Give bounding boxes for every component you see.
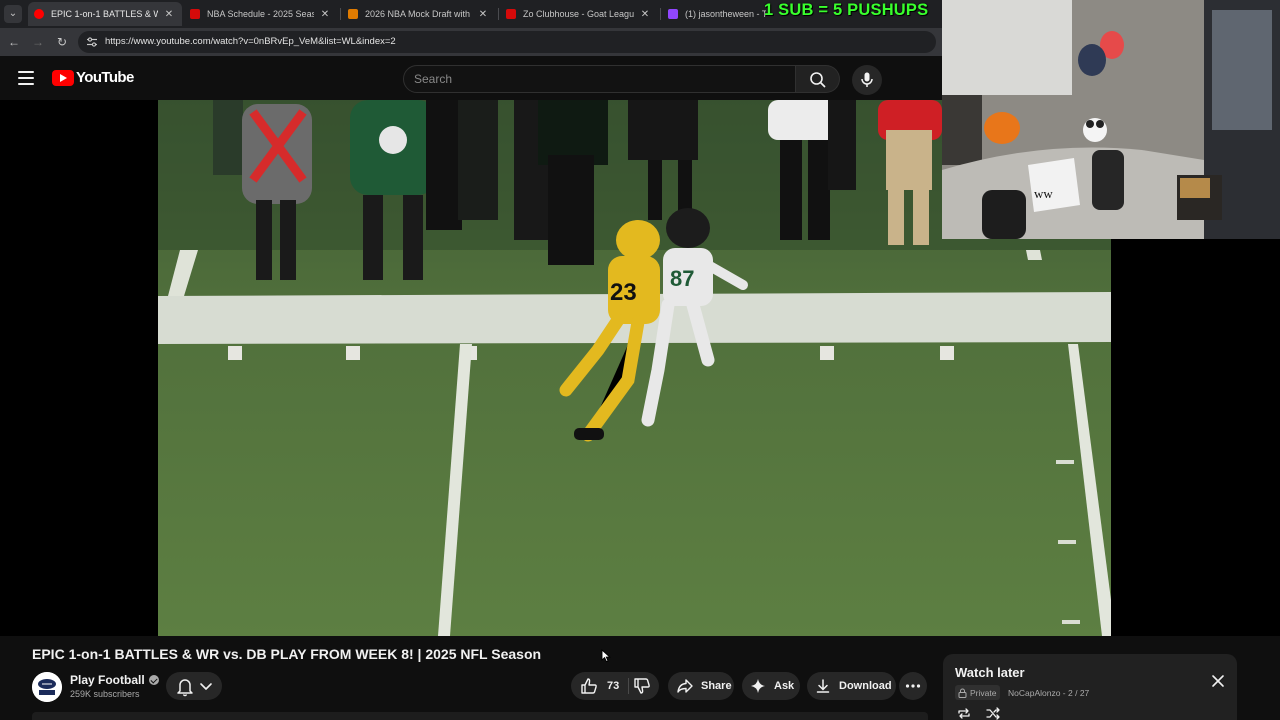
voice-search-button[interactable] bbox=[852, 65, 882, 95]
close-icon[interactable]: ✕ bbox=[476, 9, 490, 20]
loop-icon[interactable] bbox=[957, 707, 971, 720]
shuffle-icon[interactable] bbox=[986, 707, 1000, 720]
channel-name[interactable]: Play Football bbox=[70, 673, 159, 687]
youtube-play-icon bbox=[52, 69, 74, 86]
forward-icon[interactable]: → bbox=[30, 34, 46, 50]
video-title: EPIC 1-on-1 BATTLES & WR vs. DB PLAY FRO… bbox=[32, 646, 542, 662]
close-icon[interactable]: ✕ bbox=[318, 9, 332, 20]
youtube-logo[interactable]: YouTube bbox=[52, 69, 134, 86]
share-label: Share bbox=[701, 680, 732, 692]
more-actions-button[interactable] bbox=[899, 672, 927, 700]
playlist-title[interactable]: Watch later bbox=[955, 665, 1025, 680]
defender-jersey-number: 23 bbox=[610, 279, 637, 306]
like-divider bbox=[628, 678, 629, 694]
subscriber-count: 259K subscribers bbox=[70, 689, 140, 699]
microphone-icon bbox=[861, 72, 873, 87]
like-dislike-group: 73 bbox=[571, 672, 659, 700]
tab-title: NBA Schedule - 2025 Season - bbox=[207, 9, 314, 19]
browser-tab-nba-schedule[interactable]: NBA Schedule - 2025 Season - ✕ bbox=[184, 2, 338, 26]
channel-avatar[interactable] bbox=[32, 672, 62, 702]
ask-label: Ask bbox=[774, 680, 795, 692]
tab-search-button[interactable]: ⌄ bbox=[4, 5, 22, 23]
streamer-webcam-overlay: ww bbox=[942, 0, 1280, 239]
browser-tab-youtube[interactable]: EPIC 1-on-1 BATTLES & WR vs. ✕ bbox=[28, 2, 182, 26]
thumbs-down-icon[interactable] bbox=[632, 676, 652, 696]
youtube-header: YouTube bbox=[0, 56, 942, 100]
search-icon bbox=[810, 72, 826, 88]
youtube-icon bbox=[34, 9, 44, 19]
mouse-cursor-icon bbox=[601, 649, 611, 663]
tab-title: (1) jasontheween - Twitch bbox=[685, 9, 766, 19]
site-info-icon[interactable] bbox=[86, 36, 98, 48]
thumbs-up-icon[interactable] bbox=[579, 676, 599, 696]
url-text: https://www.youtube.com/watch?v=0nBRvEp_… bbox=[105, 36, 396, 47]
privacy-badge: Private bbox=[955, 685, 1001, 700]
tab-title: 2026 NBA Mock Draft with Lott bbox=[365, 9, 472, 19]
tab-title: Zo Clubhouse - Goat League - bbox=[523, 9, 634, 19]
notification-bell-button[interactable] bbox=[166, 672, 222, 700]
logo-text: YouTube bbox=[76, 69, 134, 86]
verified-badge-icon bbox=[148, 675, 159, 685]
reload-icon[interactable]: ↻ bbox=[54, 34, 70, 50]
close-icon[interactable]: ✕ bbox=[162, 9, 176, 20]
tab-title: EPIC 1-on-1 BATTLES & WR vs. bbox=[51, 9, 158, 19]
like-count[interactable]: 73 bbox=[607, 680, 619, 692]
browser-tab-twitch[interactable]: (1) jasontheween - Twitch bbox=[662, 2, 772, 26]
play-football-logo bbox=[32, 672, 62, 702]
webcam-room-scene: ww bbox=[942, 0, 1280, 239]
espn-icon bbox=[190, 9, 200, 19]
close-icon[interactable]: ✕ bbox=[638, 9, 652, 20]
share-button[interactable]: Share bbox=[668, 672, 734, 700]
lock-icon bbox=[958, 688, 967, 698]
search-input[interactable] bbox=[414, 72, 784, 86]
download-icon bbox=[816, 679, 830, 693]
bell-icon bbox=[177, 679, 212, 697]
back-icon[interactable]: ← bbox=[6, 34, 22, 50]
browser-tab-zo-clubhouse[interactable]: Zo Clubhouse - Goat League - ✕ bbox=[500, 2, 658, 26]
share-icon bbox=[677, 679, 693, 693]
browser-tab-mock-draft[interactable]: 2026 NBA Mock Draft with Lott ✕ bbox=[342, 2, 496, 26]
search-box[interactable] bbox=[403, 65, 796, 93]
description-box-edge bbox=[32, 712, 928, 720]
tab-divider bbox=[498, 8, 499, 20]
sparkle-icon bbox=[751, 679, 765, 693]
tab-divider bbox=[340, 8, 341, 20]
search-button[interactable] bbox=[796, 65, 840, 93]
twitch-icon bbox=[668, 9, 678, 19]
stream-sub-goal-banner: 1 SUB = 5 PUSHUPS bbox=[764, 1, 929, 19]
watch-later-panel: Watch later Private NoCapAlonzo - 2 / 27 bbox=[943, 654, 1237, 720]
receiver-jersey-number: 87 bbox=[670, 266, 694, 291]
tab-divider bbox=[660, 8, 661, 20]
privacy-label: Private bbox=[970, 687, 997, 698]
browser-address-bar: ← → ↻ https://www.youtube.com/watch?v=0n… bbox=[0, 28, 942, 56]
more-horizontal-icon bbox=[905, 684, 921, 688]
playlist-owner-position: NoCapAlonzo - 2 / 27 bbox=[1008, 688, 1090, 698]
download-label: Download bbox=[839, 680, 892, 692]
download-button[interactable]: Download bbox=[807, 672, 896, 700]
ask-button[interactable]: Ask bbox=[742, 672, 800, 700]
url-field[interactable]: https://www.youtube.com/watch?v=0nBRvEp_… bbox=[78, 31, 936, 53]
espn-icon bbox=[506, 9, 516, 19]
close-icon[interactable] bbox=[1211, 674, 1225, 688]
channel-name-text[interactable]: Play Football bbox=[70, 673, 145, 687]
nba-draft-icon bbox=[348, 9, 358, 19]
pillow-lettering: ww bbox=[1034, 186, 1053, 201]
hamburger-menu-icon[interactable] bbox=[18, 71, 34, 85]
